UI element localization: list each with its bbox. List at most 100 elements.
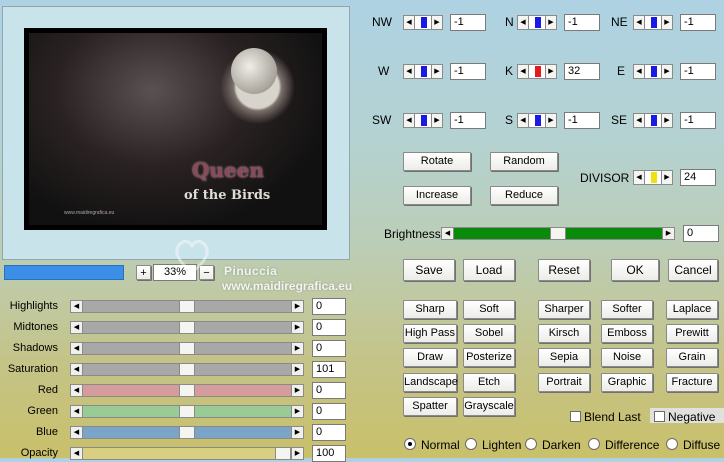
arrow-right-icon[interactable]: ▶: [291, 448, 303, 459]
kernel-value-se[interactable]: -1: [680, 112, 716, 129]
kernel-spinner-w[interactable]: ◀ ▶: [403, 64, 443, 79]
kernel-spinner-k[interactable]: ◀ ▶: [517, 64, 557, 79]
arrow-right-icon[interactable]: ▶: [291, 343, 303, 354]
brightness-thumb[interactable]: [550, 227, 566, 240]
preset-high-pass-button[interactable]: High Pass: [403, 324, 457, 343]
reset-button[interactable]: Reset: [538, 259, 590, 281]
preset-sharp-button[interactable]: Sharp: [403, 300, 457, 319]
red-value[interactable]: 0: [312, 382, 346, 399]
preset-portrait-button[interactable]: Portrait: [538, 373, 590, 392]
preset-soft-button[interactable]: Soft: [463, 300, 515, 319]
preset-sepia-button[interactable]: Sepia: [538, 348, 590, 367]
blue-value[interactable]: 0: [312, 424, 346, 441]
divisor-spinner[interactable]: ◀ ▶: [633, 170, 673, 185]
arrow-right-icon[interactable]: ▶: [545, 16, 556, 29]
blue-slider[interactable]: ◀ ▶: [70, 426, 304, 439]
shadows-value[interactable]: 0: [312, 340, 346, 357]
arrow-left-icon[interactable]: ◀: [71, 364, 83, 375]
arrow-right-icon[interactable]: ▶: [291, 427, 303, 438]
preset-sharper-button[interactable]: Sharper: [538, 300, 590, 319]
kernel-spinner-n[interactable]: ◀ ▶: [517, 15, 557, 30]
preset-emboss-button[interactable]: Emboss: [601, 324, 653, 343]
arrow-left-icon[interactable]: ◀: [71, 385, 83, 396]
arrow-left-icon[interactable]: ◀: [518, 114, 529, 127]
arrow-right-icon[interactable]: ▶: [431, 65, 442, 78]
shadows-thumb[interactable]: [179, 342, 195, 355]
mode-darken-radio[interactable]: [525, 438, 537, 450]
rotate-button[interactable]: Rotate: [403, 152, 471, 171]
arrow-left-icon[interactable]: ◀: [71, 301, 83, 312]
mode-difference-radio[interactable]: [588, 438, 600, 450]
ok-button[interactable]: OK: [611, 259, 659, 281]
arrow-right-icon[interactable]: ▶: [431, 16, 442, 29]
kernel-spinner-sw[interactable]: ◀ ▶: [403, 113, 443, 128]
preset-sobel-button[interactable]: Sobel: [463, 324, 515, 343]
kernel-spinner-s[interactable]: ◀ ▶: [517, 113, 557, 128]
arrow-left-icon[interactable]: ◀: [634, 171, 645, 184]
preset-posterize-button[interactable]: Posterize: [463, 348, 515, 367]
preset-kirsch-button[interactable]: Kirsch: [538, 324, 590, 343]
kernel-value-nw[interactable]: -1: [450, 14, 486, 31]
saturation-slider[interactable]: ◀ ▶: [70, 363, 304, 376]
arrow-left-icon[interactable]: ◀: [71, 427, 83, 438]
preset-softer-button[interactable]: Softer: [601, 300, 653, 319]
arrow-right-icon[interactable]: ▶: [661, 16, 672, 29]
arrow-right-icon[interactable]: ▶: [662, 228, 674, 239]
green-slider[interactable]: ◀ ▶: [70, 405, 304, 418]
red-slider[interactable]: ◀ ▶: [70, 384, 304, 397]
arrow-left-icon[interactable]: ◀: [518, 65, 529, 78]
reduce-button[interactable]: Reduce: [490, 186, 558, 205]
increase-button[interactable]: Increase: [403, 186, 471, 205]
opacity-value[interactable]: 100: [312, 445, 346, 462]
kernel-value-k[interactable]: 32: [564, 63, 600, 80]
arrow-left-icon[interactable]: ◀: [404, 65, 415, 78]
opacity-thumb[interactable]: [275, 447, 291, 460]
arrow-left-icon[interactable]: ◀: [634, 114, 645, 127]
blue-thumb[interactable]: [179, 426, 195, 439]
kernel-spinner-ne[interactable]: ◀ ▶: [633, 15, 673, 30]
highlights-thumb[interactable]: [179, 300, 195, 313]
arrow-left-icon[interactable]: ◀: [404, 16, 415, 29]
preset-spatter-button[interactable]: Spatter: [403, 397, 457, 416]
kernel-value-s[interactable]: -1: [564, 112, 600, 129]
arrow-right-icon[interactable]: ▶: [291, 322, 303, 333]
kernel-value-ne[interactable]: -1: [680, 14, 716, 31]
arrow-right-icon[interactable]: ▶: [291, 406, 303, 417]
arrow-right-icon[interactable]: ▶: [431, 114, 442, 127]
kernel-value-e[interactable]: -1: [680, 63, 716, 80]
save-button[interactable]: Save: [403, 259, 455, 281]
zoom-in-button[interactable]: +: [136, 265, 151, 280]
green-thumb[interactable]: [179, 405, 195, 418]
arrow-right-icon[interactable]: ▶: [291, 385, 303, 396]
red-thumb[interactable]: [179, 384, 195, 397]
arrow-left-icon[interactable]: ◀: [634, 16, 645, 29]
preset-etch-button[interactable]: Etch: [463, 373, 515, 392]
cancel-button[interactable]: Cancel: [668, 259, 718, 281]
arrow-right-icon[interactable]: ▶: [661, 65, 672, 78]
arrow-left-icon[interactable]: ◀: [634, 65, 645, 78]
shadows-slider[interactable]: ◀ ▶: [70, 342, 304, 355]
brightness-value[interactable]: 0: [683, 225, 719, 242]
arrow-right-icon[interactable]: ▶: [291, 364, 303, 375]
arrow-right-icon[interactable]: ▶: [545, 114, 556, 127]
kernel-value-sw[interactable]: -1: [450, 112, 486, 129]
arrow-left-icon[interactable]: ◀: [71, 448, 83, 459]
midtones-slider[interactable]: ◀ ▶: [70, 321, 304, 334]
blend-last-checkbox[interactable]: [570, 411, 581, 422]
divisor-value[interactable]: 24: [680, 169, 716, 186]
preset-graphic-button[interactable]: Graphic: [601, 373, 653, 392]
brightness-slider[interactable]: ◀ ▶: [441, 227, 675, 240]
kernel-value-n[interactable]: -1: [564, 14, 600, 31]
kernel-spinner-nw[interactable]: ◀ ▶: [403, 15, 443, 30]
saturation-thumb[interactable]: [179, 363, 195, 376]
arrow-left-icon[interactable]: ◀: [71, 322, 83, 333]
arrow-left-icon[interactable]: ◀: [518, 16, 529, 29]
mode-normal-radio[interactable]: [404, 438, 416, 450]
mode-lighten-radio[interactable]: [465, 438, 477, 450]
green-value[interactable]: 0: [312, 403, 346, 420]
opacity-slider[interactable]: ◀ ▶: [70, 447, 304, 460]
highlights-value[interactable]: 0: [312, 298, 346, 315]
mode-diffuse-radio[interactable]: [666, 438, 678, 450]
arrow-left-icon[interactable]: ◀: [404, 114, 415, 127]
negative-checkbox[interactable]: [654, 411, 665, 422]
